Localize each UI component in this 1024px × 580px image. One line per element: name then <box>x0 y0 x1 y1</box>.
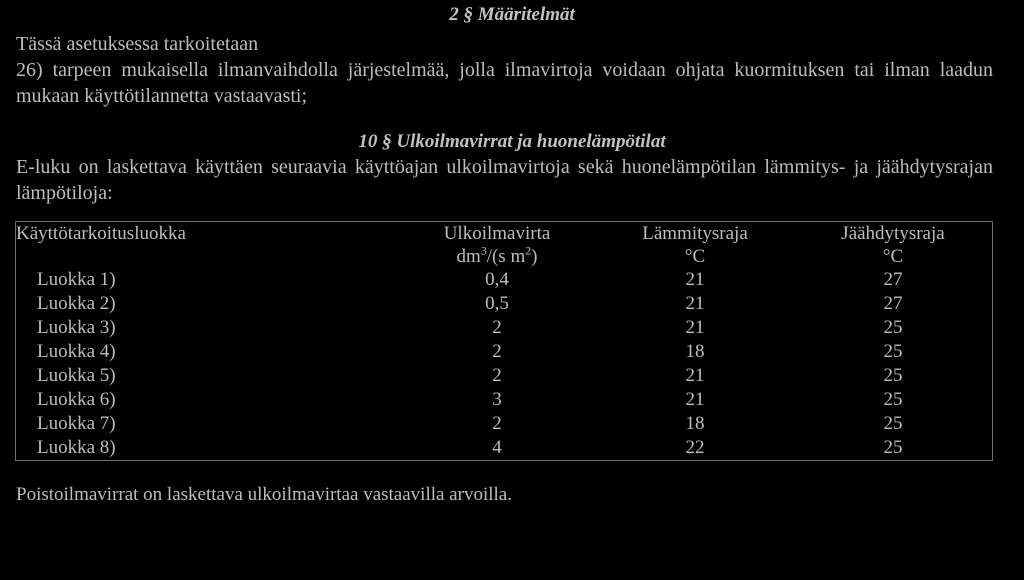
table-row: Luokka 5) 2 21 25 <box>16 364 993 388</box>
table-row: Luokka 7) 2 18 25 <box>16 412 993 436</box>
cell-heating-limit: 21 <box>685 269 705 290</box>
cell-outdoor-airflow: 2 <box>492 365 502 386</box>
table-row: Luokka 1) 0,4 21 27 <box>16 268 993 292</box>
cell-outdoor-airflow: 4 <box>492 437 502 458</box>
cell-heating-limit: 21 <box>685 365 705 386</box>
footer-note-text: Poistoilmavirrat on laskettava ulkoilmav… <box>16 484 512 505</box>
airflows-intro-text: E-luku on laskettava käyttäen seuraavia … <box>16 156 993 204</box>
table-header-row: Käyttötarkoitusluokka Ulkoilmavirta dm3/… <box>16 222 993 269</box>
section-heading-airflows: 10 § Ulkoilmavirrat ja huonelämpötilat <box>358 131 666 152</box>
cell-usage-class: Luokka 8) <box>37 437 116 458</box>
cell-outdoor-airflow: 2 <box>492 341 502 362</box>
cell-heating-limit: 21 <box>685 293 705 314</box>
cell-heating-limit: 22 <box>685 437 705 458</box>
cell-cooling-limit: 25 <box>883 365 903 386</box>
cell-outdoor-airflow: 0,5 <box>485 293 509 314</box>
cell-outdoor-airflow: 0,4 <box>485 269 509 290</box>
column-header-cooling-limit-unit: °C <box>882 246 904 267</box>
cell-usage-class: Luokka 3) <box>37 317 116 338</box>
cell-usage-class: Luokka 2) <box>37 293 116 314</box>
cell-usage-class: Luokka 7) <box>37 413 116 434</box>
table-spacer <box>0 206 1024 221</box>
table-row: Luokka 8) 4 22 25 <box>16 436 993 461</box>
table-row: Luokka 4) 2 18 25 <box>16 340 993 364</box>
cell-usage-class: Luokka 1) <box>37 269 116 290</box>
cell-heating-limit: 21 <box>685 389 705 410</box>
table-row: Luokka 2) 0,5 21 27 <box>16 292 993 316</box>
table-body: Luokka 1) 0,4 21 27 Luokka 2) 0,5 21 27 Luokka 3… <box>16 268 993 461</box>
cell-usage-class: Luokka 6) <box>37 389 116 410</box>
column-header-usage-class: Käyttötarkoitusluokka <box>16 223 186 244</box>
unit-prefix: dm <box>456 246 481 267</box>
table-row: Luokka 3) 2 21 25 <box>16 316 993 340</box>
unit-mid: /(s m <box>486 246 526 267</box>
cell-cooling-limit: 27 <box>883 293 903 314</box>
cell-usage-class: Luokka 5) <box>37 365 116 386</box>
cell-heating-limit: 18 <box>685 341 705 362</box>
table-header: Käyttötarkoitusluokka Ulkoilmavirta dm3/… <box>16 222 993 269</box>
document-page: 2 § Määritelmät Tässä asetuksessa tarkoi… <box>0 0 1024 580</box>
definitions-lead-text: Tässä asetuksessa tarkoitetaan <box>16 33 259 55</box>
section-heading-definitions: 2 § Määritelmät <box>449 4 575 25</box>
cell-outdoor-airflow: 2 <box>492 413 502 434</box>
cell-cooling-limit: 25 <box>883 413 903 434</box>
column-header-cooling-limit-label: Jäähdytysraja <box>841 223 945 244</box>
cell-cooling-limit: 25 <box>883 341 903 362</box>
definition-item-26: 26) tarpeen mukaisella ilmanvaihdolla jä… <box>16 59 993 107</box>
cell-outdoor-airflow: 2 <box>492 317 502 338</box>
cell-cooling-limit: 25 <box>883 317 903 338</box>
footer-spacer <box>0 461 1024 483</box>
column-header-outdoor-airflow-unit: dm3/(s m2) <box>398 245 596 268</box>
airflow-table: Käyttötarkoitusluokka Ulkoilmavirta dm3/… <box>15 221 993 461</box>
cell-cooling-limit: 25 <box>883 389 903 410</box>
cell-heating-limit: 18 <box>685 413 705 434</box>
table-row: Luokka 6) 3 21 25 <box>16 388 993 412</box>
column-header-cooling-limit: Jäähdytysraja °C <box>794 222 993 269</box>
column-header-heating-limit: Lämmitysraja °C <box>596 222 794 269</box>
airflow-table-wrapper: Käyttötarkoitusluokka Ulkoilmavirta dm3/… <box>0 221 1024 461</box>
column-header-heating-limit-unit: °C <box>684 246 706 267</box>
cell-usage-class: Luokka 4) <box>37 341 116 362</box>
cell-heating-limit: 21 <box>685 317 705 338</box>
column-header-outdoor-airflow: Ulkoilmavirta dm3/(s m2) <box>398 222 596 269</box>
cell-outdoor-airflow: 3 <box>492 389 502 410</box>
column-header-outdoor-airflow-label: Ulkoilmavirta <box>443 223 551 244</box>
cell-cooling-limit: 27 <box>883 269 903 290</box>
column-header-heating-limit-label: Lämmitysraja <box>642 223 748 244</box>
unit-suffix: ) <box>531 246 538 267</box>
cell-cooling-limit: 25 <box>883 437 903 458</box>
